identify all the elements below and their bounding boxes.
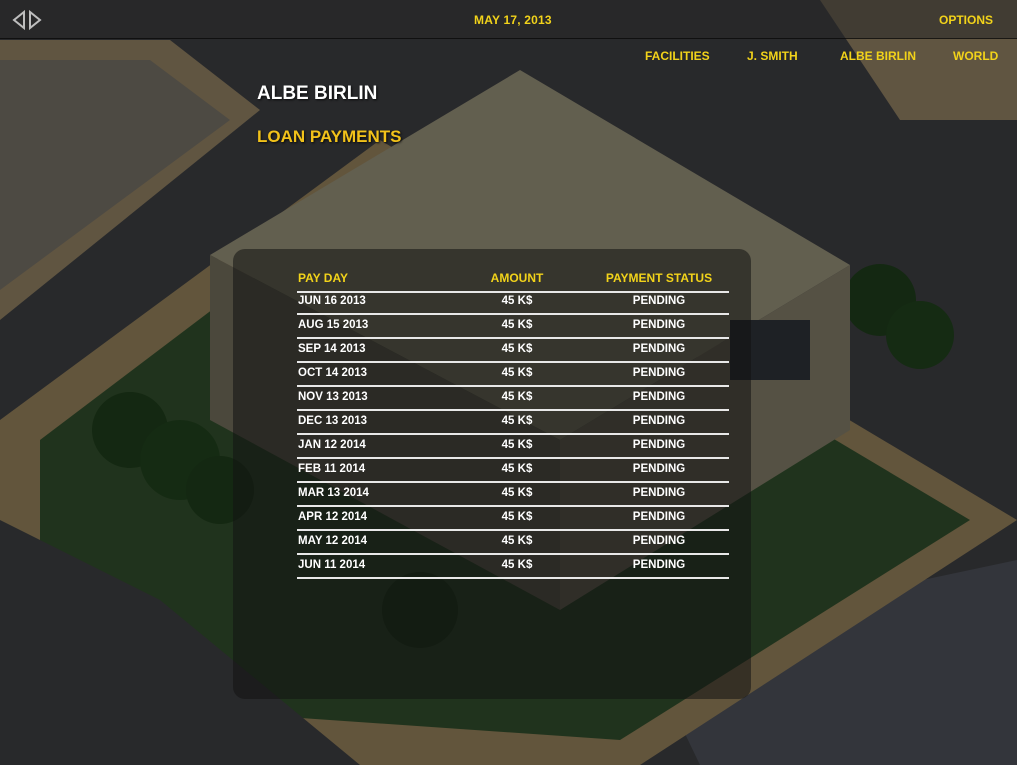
table-row: MAY 12 2014 45 K$ PENDING [297,531,729,555]
status-cell: PENDING [632,367,686,379]
top-bar: MAY 17, 2013 OPTIONS [0,0,1017,39]
nav-facilities[interactable]: FACILITIES [645,49,710,63]
table-row: MAR 13 2014 45 K$ PENDING [297,483,729,507]
status-cell: PENDING [632,343,686,355]
pay-day-cell: DEC 13 2013 [298,415,368,427]
pay-day-cell: OCT 14 2013 [298,367,368,379]
amount-cell: 45 K$ [501,319,533,331]
pay-day-cell: JUN 16 2013 [298,295,366,307]
amount-cell: 45 K$ [501,487,533,499]
table-body: JUN 16 2013 45 K$ PENDING AUG 15 2013 45… [297,291,729,579]
pay-day-cell: JUN 11 2014 [298,559,366,571]
status-cell: PENDING [632,463,686,475]
nav-albe-birlin[interactable]: ALBE BIRLIN [840,49,916,63]
amount-cell: 45 K$ [501,463,533,475]
amount-cell: 45 K$ [501,295,533,307]
status-cell: PENDING [632,415,686,427]
pay-day-cell: MAR 13 2014 [298,487,369,499]
status-cell: PENDING [632,511,686,523]
pay-day-cell: NOV 13 2013 [298,391,368,403]
table-row: DEC 13 2013 45 K$ PENDING [297,411,729,435]
table-header: PAY DAY AMOUNT PAYMENT STATUS [297,269,729,293]
status-cell: PENDING [632,319,686,331]
pay-day-cell: SEP 14 2013 [298,343,366,355]
status-cell: PENDING [632,535,686,547]
current-date: MAY 17, 2013 [474,13,552,27]
amount-cell: 45 K$ [501,439,533,451]
nav-world[interactable]: WORLD [953,49,998,63]
page-title: ALBE BIRLIN [257,83,378,104]
pay-day-cell: AUG 15 2013 [298,319,369,331]
amount-cell: 45 K$ [501,511,533,523]
amount-cell: 45 K$ [501,343,533,355]
table-row: OCT 14 2013 45 K$ PENDING [297,363,729,387]
amount-cell: 45 K$ [501,559,533,571]
table-row: JUN 11 2014 45 K$ PENDING [297,555,729,579]
amount-cell: 45 K$ [501,415,533,427]
column-header-payment-status: PAYMENT STATUS [605,271,713,285]
table-row: JUN 16 2013 45 K$ PENDING [297,291,729,315]
status-cell: PENDING [632,295,686,307]
amount-cell: 45 K$ [501,535,533,547]
status-cell: PENDING [632,487,686,499]
table-row: SEP 14 2013 45 K$ PENDING [297,339,729,363]
pay-day-cell: FEB 11 2014 [298,463,366,475]
table-row: NOV 13 2013 45 K$ PENDING [297,387,729,411]
table-row: JAN 12 2014 45 K$ PENDING [297,435,729,459]
pay-day-cell: MAY 12 2014 [298,535,368,547]
left-right-arrows-icon[interactable] [10,9,44,31]
table-row: AUG 15 2013 45 K$ PENDING [297,315,729,339]
options-button[interactable]: OPTIONS [939,13,993,27]
pay-day-cell: JAN 12 2014 [298,439,366,451]
nav-j-smith[interactable]: J. SMITH [747,49,798,63]
section-title: LOAN PAYMENTS [257,127,402,146]
amount-cell: 45 K$ [501,391,533,403]
pay-day-cell: APR 12 2014 [298,511,368,523]
table-row: FEB 11 2014 45 K$ PENDING [297,459,729,483]
table-row: APR 12 2014 45 K$ PENDING [297,507,729,531]
status-cell: PENDING [632,439,686,451]
amount-cell: 45 K$ [501,367,533,379]
column-header-pay-day: PAY DAY [298,271,349,285]
status-cell: PENDING [632,391,686,403]
status-cell: PENDING [632,559,686,571]
loan-payments-panel: PAY DAY AMOUNT PAYMENT STATUS JUN 16 201… [233,249,751,699]
column-header-amount: AMOUNT [490,271,544,285]
